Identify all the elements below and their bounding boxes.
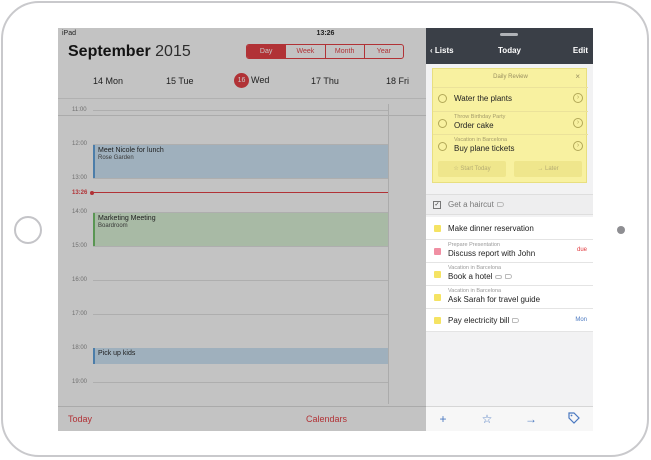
- tag-icon: [512, 318, 520, 324]
- task-text-wrap: Pay electricity bill: [448, 316, 520, 325]
- task-project: Vacation in Barcelona: [448, 288, 502, 294]
- start-today-label: Start Today: [460, 166, 491, 172]
- task-row[interactable]: Vacation in Barcelona Ask Sarah for trav…: [426, 286, 593, 309]
- task-project: Vacation in Barcelona: [448, 265, 502, 271]
- task-row[interactable]: Pay electricity bill Mon: [426, 309, 593, 332]
- task-text: Discuss report with John: [448, 249, 536, 258]
- chevron-right-circle-icon[interactable]: ›: [573, 118, 583, 128]
- plus-icon[interactable]: +: [436, 412, 450, 426]
- checkbox-circle-icon[interactable]: [438, 119, 447, 128]
- task-color-box[interactable]: [434, 294, 441, 301]
- tag-icon: [505, 274, 513, 280]
- task-project: Prepare Presentation: [448, 242, 500, 248]
- home-button[interactable]: [14, 216, 42, 244]
- task-text: Pay electricity bill: [448, 316, 510, 325]
- close-review-button[interactable]: ×: [575, 72, 580, 81]
- task-due-label: Mon: [575, 317, 587, 323]
- tasks-toolbar: + ☆ →: [426, 406, 593, 431]
- task-row[interactable]: Make dinner reservation: [426, 217, 593, 240]
- star-icon: ☆: [453, 166, 459, 172]
- slide-over-grabber[interactable]: [500, 33, 518, 36]
- start-today-button[interactable]: ☆ Start Today: [438, 161, 506, 177]
- task-row[interactable]: Vacation in Barcelona Book a hotel: [426, 263, 593, 286]
- review-item-project: Vacation in Barcelona: [454, 137, 508, 143]
- review-item-project: Throw Birthday Party: [454, 114, 506, 120]
- completed-task-text: Get a haircut: [448, 200, 494, 209]
- task-color-box[interactable]: [434, 271, 441, 278]
- task-row[interactable]: Prepare Presentation Discuss report with…: [426, 240, 593, 263]
- completed-task: Get a haircut: [448, 200, 504, 209]
- task-text: Make dinner reservation: [448, 224, 534, 233]
- completed-task-row[interactable]: ✓ Get a haircut: [426, 194, 593, 215]
- checkbox-circle-icon[interactable]: [438, 94, 447, 103]
- task-text: Book a hotel: [448, 272, 493, 281]
- review-item[interactable]: Water the plants ›: [433, 87, 588, 109]
- later-button[interactable]: → Later: [514, 161, 582, 177]
- task-color-box[interactable]: [434, 317, 441, 324]
- task-text: Ask Sarah for travel guide: [448, 295, 541, 304]
- review-item[interactable]: Vacation in Barcelona Buy plane tickets …: [433, 134, 588, 156]
- chevron-right-circle-icon[interactable]: ›: [573, 141, 583, 151]
- calendar-pane: September 2015 Day Week Month Year 14 Mo…: [58, 28, 426, 431]
- checked-box-icon[interactable]: ✓: [433, 201, 441, 209]
- tasks-nav-bar: ‹ Lists Today Edit: [426, 28, 593, 64]
- chevron-right-circle-icon[interactable]: ›: [573, 93, 583, 103]
- task-due-label: due: [576, 247, 587, 253]
- arrow-right-icon: →: [537, 166, 544, 172]
- task-color-box[interactable]: [434, 225, 441, 232]
- dim-overlay[interactable]: [58, 28, 426, 431]
- daily-review-card: Daily Review × Water the plants › Throw …: [432, 68, 588, 183]
- tasks-slide-over: ‹ Lists Today Edit Daily Review × Water …: [426, 28, 593, 431]
- review-item-text: Water the plants: [454, 94, 512, 103]
- screen: September 2015 Day Week Month Year 14 Mo…: [58, 28, 593, 431]
- arrow-right-icon[interactable]: →: [524, 412, 538, 426]
- review-item-text: Order cake: [454, 121, 494, 130]
- tag-icon[interactable]: [567, 412, 581, 426]
- later-label: Later: [544, 166, 559, 172]
- task-color-box[interactable]: [434, 248, 441, 255]
- task-text-wrap: Book a hotel: [448, 272, 513, 281]
- checkbox-circle-icon[interactable]: [438, 142, 447, 151]
- edit-button[interactable]: Edit: [573, 46, 588, 55]
- camera-dot: [617, 226, 625, 234]
- link-icon: [495, 274, 503, 279]
- review-item[interactable]: Throw Birthday Party Order cake ›: [433, 111, 588, 133]
- review-item-text: Buy plane tickets: [454, 144, 515, 153]
- nav-title: Today: [498, 46, 521, 55]
- daily-review-title: Daily Review: [493, 74, 528, 80]
- tag-icon: [496, 202, 504, 208]
- star-icon[interactable]: ☆: [480, 412, 494, 426]
